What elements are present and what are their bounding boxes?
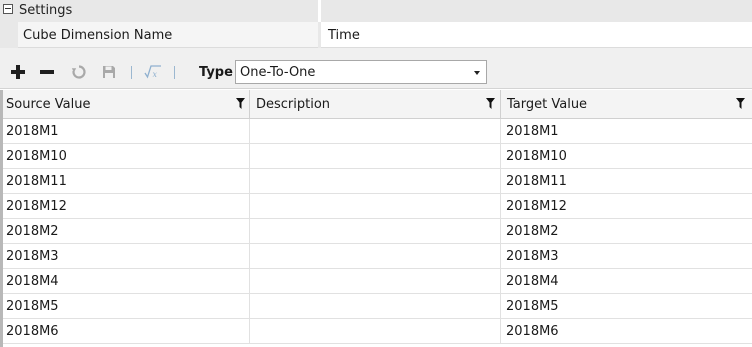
target-cell[interactable]: 2018M6 — [501, 319, 752, 344]
description-cell[interactable] — [250, 319, 501, 344]
source-value: 2018M11 — [6, 174, 67, 189]
remove-icon[interactable] — [38, 63, 56, 81]
target-value: 2018M12 — [506, 199, 567, 214]
filter-icon[interactable] — [486, 98, 495, 109]
target-value: 2018M6 — [506, 324, 559, 339]
column-divider — [318, 0, 321, 22]
target-cell[interactable]: 2018M5 — [501, 294, 752, 319]
target-value: 2018M5 — [506, 299, 559, 314]
save-icon[interactable] — [100, 63, 118, 81]
table-row[interactable]: 2018M6 2018M6 — [3, 319, 752, 344]
source-cell[interactable]: 2018M6 — [3, 319, 250, 344]
property-name: Cube Dimension Name — [23, 28, 173, 43]
source-value: 2018M12 — [6, 199, 67, 214]
settings-title: Settings — [19, 3, 73, 18]
add-icon[interactable] — [9, 63, 27, 81]
type-dropdown-value: One-To-One — [240, 65, 316, 80]
target-cell[interactable]: 2018M10 — [501, 144, 752, 169]
table-row[interactable]: 2018M1 2018M1 — [3, 119, 752, 144]
refresh-icon[interactable] — [70, 63, 88, 81]
table-row[interactable]: 2018M11 2018M11 — [3, 169, 752, 194]
toolbar-separator — [131, 66, 132, 79]
description-cell[interactable] — [250, 219, 501, 244]
table-row[interactable]: 2018M10 2018M10 — [3, 144, 752, 169]
target-value: 2018M4 — [506, 274, 559, 289]
source-cell[interactable]: 2018M3 — [3, 244, 250, 269]
column-header-label: Target Value — [507, 97, 588, 112]
description-cell[interactable] — [250, 144, 501, 169]
source-value: 2018M3 — [6, 249, 59, 264]
column-header-label: Description — [256, 97, 331, 112]
filter-icon[interactable] — [236, 98, 245, 109]
target-value: 2018M1 — [506, 124, 559, 139]
table-row[interactable]: 2018M3 2018M3 — [3, 244, 752, 269]
description-cell[interactable] — [250, 119, 501, 144]
source-cell[interactable]: 2018M5 — [3, 294, 250, 319]
toolbar-separator — [174, 66, 175, 79]
target-value: 2018M2 — [506, 224, 559, 239]
table-row[interactable]: 2018M2 2018M2 — [3, 219, 752, 244]
target-cell[interactable]: 2018M12 — [501, 194, 752, 219]
svg-text:x: x — [153, 70, 158, 79]
source-cell[interactable]: 2018M11 — [3, 169, 250, 194]
description-cell[interactable] — [250, 244, 501, 269]
table-row[interactable]: 2018M4 2018M4 — [3, 269, 752, 294]
source-value: 2018M1 — [6, 124, 59, 139]
source-value: 2018M10 — [6, 149, 67, 164]
source-cell[interactable]: 2018M4 — [3, 269, 250, 294]
grid-header: Source Value Description Target Value — [3, 90, 752, 119]
table-row[interactable]: 2018M5 2018M5 — [3, 294, 752, 319]
target-cell[interactable]: 2018M11 — [501, 169, 752, 194]
toolbar: x Type One-To-One — [0, 57, 752, 89]
source-value: 2018M4 — [6, 274, 59, 289]
property-name-cell: Cube Dimension Name — [18, 22, 318, 48]
target-value: 2018M11 — [506, 174, 567, 189]
formula-icon[interactable]: x — [144, 63, 162, 81]
settings-group-header[interactable]: Settings — [0, 0, 752, 22]
type-dropdown[interactable]: One-To-One — [235, 60, 487, 84]
target-cell[interactable]: 2018M2 — [501, 219, 752, 244]
column-header-source[interactable]: Source Value — [3, 90, 250, 119]
column-header-description[interactable]: Description — [250, 90, 501, 119]
target-value: 2018M3 — [506, 249, 559, 264]
column-header-label: Source Value — [6, 97, 91, 112]
description-cell[interactable] — [250, 169, 501, 194]
column-header-target[interactable]: Target Value — [501, 90, 752, 119]
property-row: Cube Dimension Name Time — [0, 22, 752, 48]
source-cell[interactable]: 2018M12 — [3, 194, 250, 219]
table-row[interactable]: 2018M12 2018M12 — [3, 194, 752, 219]
source-value: 2018M6 — [6, 324, 59, 339]
target-cell[interactable]: 2018M1 — [501, 119, 752, 144]
source-cell[interactable]: 2018M1 — [3, 119, 250, 144]
filter-icon[interactable] — [736, 98, 745, 109]
property-gutter — [0, 22, 18, 48]
property-value[interactable]: Time — [328, 28, 360, 43]
source-value: 2018M5 — [6, 299, 59, 314]
description-cell[interactable] — [250, 294, 501, 319]
chevron-down-icon[interactable] — [474, 71, 480, 75]
mapping-grid: Source Value Description Target Value 20… — [0, 90, 752, 347]
target-cell[interactable]: 2018M4 — [501, 269, 752, 294]
collapse-icon[interactable] — [3, 4, 13, 14]
description-cell[interactable] — [250, 194, 501, 219]
property-value-cell[interactable]: Time — [321, 22, 752, 48]
spacer-band — [0, 48, 752, 57]
source-cell[interactable]: 2018M10 — [3, 144, 250, 169]
type-label: Type — [199, 65, 233, 80]
target-value: 2018M10 — [506, 149, 567, 164]
target-cell[interactable]: 2018M3 — [501, 244, 752, 269]
source-value: 2018M2 — [6, 224, 59, 239]
description-cell[interactable] — [250, 269, 501, 294]
grid-body: 2018M1 2018M1 2018M10 2018M10 2018M11 20… — [3, 119, 752, 344]
source-cell[interactable]: 2018M2 — [3, 219, 250, 244]
